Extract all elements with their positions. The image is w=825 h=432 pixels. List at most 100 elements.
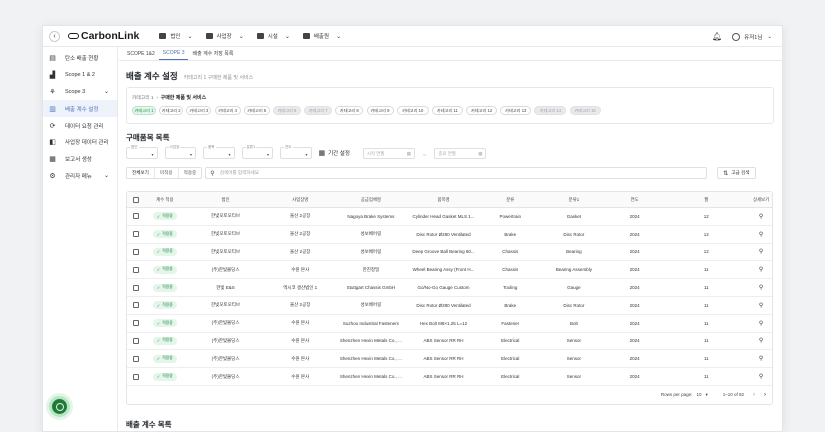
magnifier-icon[interactable]: ⚲	[759, 374, 763, 380]
check-icon: ✓	[156, 267, 161, 273]
table-row[interactable]: ✓ 적용중 (주)한빛몰딩스 수원 본사 한진정밀 Wheel Bearing Assy …	[127, 261, 772, 280]
back-button[interactable]: ‹	[49, 30, 60, 42]
cell-cls: Chassis	[502, 267, 519, 273]
sidebar-item-1[interactable]: ▟ Scope 1 & 2	[43, 67, 117, 84]
period-setting[interactable]: ▦ 기간 설정	[319, 147, 350, 159]
cell-item: ABS Sensor RR RH	[423, 374, 464, 380]
table-row[interactable]: ✓ 적용중 한빛모토모티브 울산 2공장 성보베어링 Disc Rotor Ø280 Ve…	[127, 226, 772, 244]
cell-month: 11	[703, 267, 709, 273]
sidebar-item-4[interactable]: ⟳ 데이터 요청 관리	[43, 117, 117, 134]
select-all-checkbox[interactable]	[132, 196, 139, 203]
prev-page-icon[interactable]: ‹	[753, 392, 755, 398]
table-row[interactable]: ✓ 적용중 (주)한빛몰딩스 수원 본사 Suzhou Industrial Faste…	[127, 315, 772, 333]
tab-1[interactable]: SCOPE 3	[158, 50, 189, 60]
nav-item-0[interactable]: 법인 ⌄	[159, 32, 193, 40]
table-row[interactable]: ✓ 적용중 (주)한빛몰딩스 수원 본사 Shenzhen Hexin Metals C…	[127, 368, 772, 386]
row-checkbox[interactable]	[132, 355, 139, 362]
filter-select-3[interactable]: 분류1 ▾	[241, 145, 273, 159]
magnifier-icon[interactable]: ⚲	[759, 232, 763, 238]
row-checkbox[interactable]	[132, 231, 139, 238]
nav-item-2[interactable]: 시설 ⌄	[256, 32, 290, 40]
status-cell: ✓ 적용중	[145, 354, 185, 363]
nav-item-3[interactable]: 배출원 ⌄	[302, 32, 341, 40]
magnifier-icon[interactable]: ⚲	[759, 338, 763, 344]
category-chip[interactable]: 카테고리 11	[431, 106, 463, 115]
category-chip[interactable]: 카테고리 10	[396, 106, 429, 115]
tab-2[interactable]: 배출 계수 저장 목록	[188, 50, 237, 60]
row-checkbox[interactable]	[132, 302, 139, 309]
cell-site: 울산 2공장	[290, 248, 311, 254]
search-input[interactable]: ⚲ 검색어를 입력하세요	[205, 167, 708, 179]
cell-site: 수원 본사	[291, 266, 310, 272]
sidebar-item-label: 데이터 요청 관리	[65, 123, 104, 130]
cell-year: 2024	[629, 374, 640, 380]
advanced-search-button[interactable]: ⇅ 고급 검색	[717, 167, 756, 179]
check-icon: ✓	[156, 338, 161, 344]
magnifier-icon[interactable]: ⚲	[759, 267, 763, 273]
table-row[interactable]: ✓ 적용중 (주)한빛몰딩스 수원 본사 Shenzhen Hexin Metals C…	[127, 333, 772, 351]
sidebar-item-6[interactable]: ▦ 보고서 생성	[43, 151, 117, 168]
table-row[interactable]: ✓ 적용중 한빛 E&S 멕시코 생산법인 1 Stuttgart Chassis Gm…	[127, 279, 772, 297]
chevron-left-icon: ‹	[53, 32, 56, 40]
category-chip[interactable]: 카테고리 9	[366, 106, 394, 115]
table-row[interactable]: ✓ 적용중 한빛모토모티브 울산 2공장 Nagoya Brake Systems Cyl…	[127, 208, 772, 226]
end-date-input[interactable]: 종료 연월 ▦	[434, 148, 487, 159]
cell-year: 2024	[629, 285, 640, 291]
filter-select-0[interactable]: 법인 ▾	[126, 145, 158, 159]
row-checkbox[interactable]	[132, 248, 139, 255]
status-cell: ✓ 적용중	[145, 372, 185, 381]
magnifier-icon[interactable]: ⚲	[759, 356, 763, 362]
detail-cell: ⚲	[750, 213, 772, 220]
row-checkbox-cell	[127, 266, 145, 273]
nav-item-1[interactable]: 사업장 ⌄	[205, 32, 244, 40]
category-chip[interactable]: 카테고리 13	[500, 106, 532, 115]
sidebar-item-label: Scope 3	[65, 88, 86, 95]
category-chip[interactable]: 카테고리 12	[466, 106, 498, 115]
magnifier-icon[interactable]: ⚲	[759, 285, 763, 291]
row-checkbox[interactable]	[132, 373, 139, 380]
segment-0[interactable]: 전체보기	[127, 168, 154, 178]
magnifier-icon[interactable]: ⚲	[759, 321, 763, 327]
filter-select-label: 분류1	[245, 145, 257, 150]
sidebar-item-2[interactable]: ⚘ Scope 3 ⌄	[43, 84, 117, 101]
filter-select-2[interactable]: 품목 ▾	[203, 145, 235, 159]
category-chip[interactable]: 카테고리 2	[159, 106, 184, 115]
rows-per-page-select[interactable]: 10 ▾	[696, 392, 707, 398]
table-row[interactable]: ✓ 적용중 한빛모토모티브 울산 2공장 성보베어링 Disc Rotor Ø280 Ve…	[127, 297, 772, 315]
magnifier-icon[interactable]: ⚲	[759, 249, 763, 255]
tab-0[interactable]: SCOPE 1&2	[123, 51, 159, 60]
bell-icon[interactable]: 🔔︎	[712, 32, 722, 41]
table-row[interactable]: ✓ 적용중 한빛모토모티브 울산 2공장 성보베어링 Deep Groove Ball B…	[127, 244, 772, 262]
filter-select-4[interactable]: 연도 ▾	[280, 145, 312, 159]
sidebar-item-3[interactable]: ▥ 배출 계수 설정	[43, 100, 117, 118]
column-header: 품목명	[437, 196, 450, 202]
row-checkbox[interactable]	[132, 284, 139, 291]
report-icon: ▦	[49, 156, 56, 164]
category-chip[interactable]: 카테고리 1	[132, 106, 156, 115]
sidebar-item-7[interactable]: ⚙ 관리자 메뉴 ⌄	[43, 168, 117, 185]
user-menu[interactable]: 유저1님 ⌄	[732, 32, 772, 41]
category-chip[interactable]: 카테고리 3	[186, 106, 212, 115]
assistant-fab[interactable]	[49, 396, 70, 417]
magnifier-icon[interactable]: ⚲	[759, 303, 763, 309]
segment-2[interactable]: 적용중	[177, 168, 202, 178]
filter-select-1[interactable]: 사업장 ▾	[164, 145, 196, 159]
row-checkbox[interactable]	[132, 213, 139, 220]
row-checkbox[interactable]	[132, 266, 139, 273]
row-checkbox[interactable]	[132, 320, 139, 327]
row-checkbox[interactable]	[132, 337, 139, 344]
magnifier-icon[interactable]: ⚲	[759, 214, 763, 220]
logo[interactable]: CarbonLink	[68, 30, 139, 42]
user-name: 유저1님	[744, 34, 763, 41]
sidebar-item-5[interactable]: ◧ 사업장 데이터 관리	[43, 134, 117, 151]
check-icon: ✓	[156, 213, 161, 219]
table-row[interactable]: ✓ 적용중 (주)한빛몰딩스 수원 본사 Shenzhen Hexin Metals C…	[127, 350, 772, 369]
rows-per-page-value: 10	[696, 392, 702, 398]
category-chip[interactable]: 카테고리 4	[214, 106, 241, 115]
category-chip[interactable]: 카테고리 5	[243, 106, 270, 115]
next-page-icon[interactable]: ›	[764, 392, 766, 398]
category-chip[interactable]: 카테고리 8	[335, 106, 364, 115]
sidebar-item-0[interactable]: ▤ 탄소 배출 현황	[43, 50, 117, 67]
segment-1[interactable]: 미적용	[153, 168, 178, 178]
start-date-input[interactable]: 시작 연월 ▦	[362, 148, 415, 159]
